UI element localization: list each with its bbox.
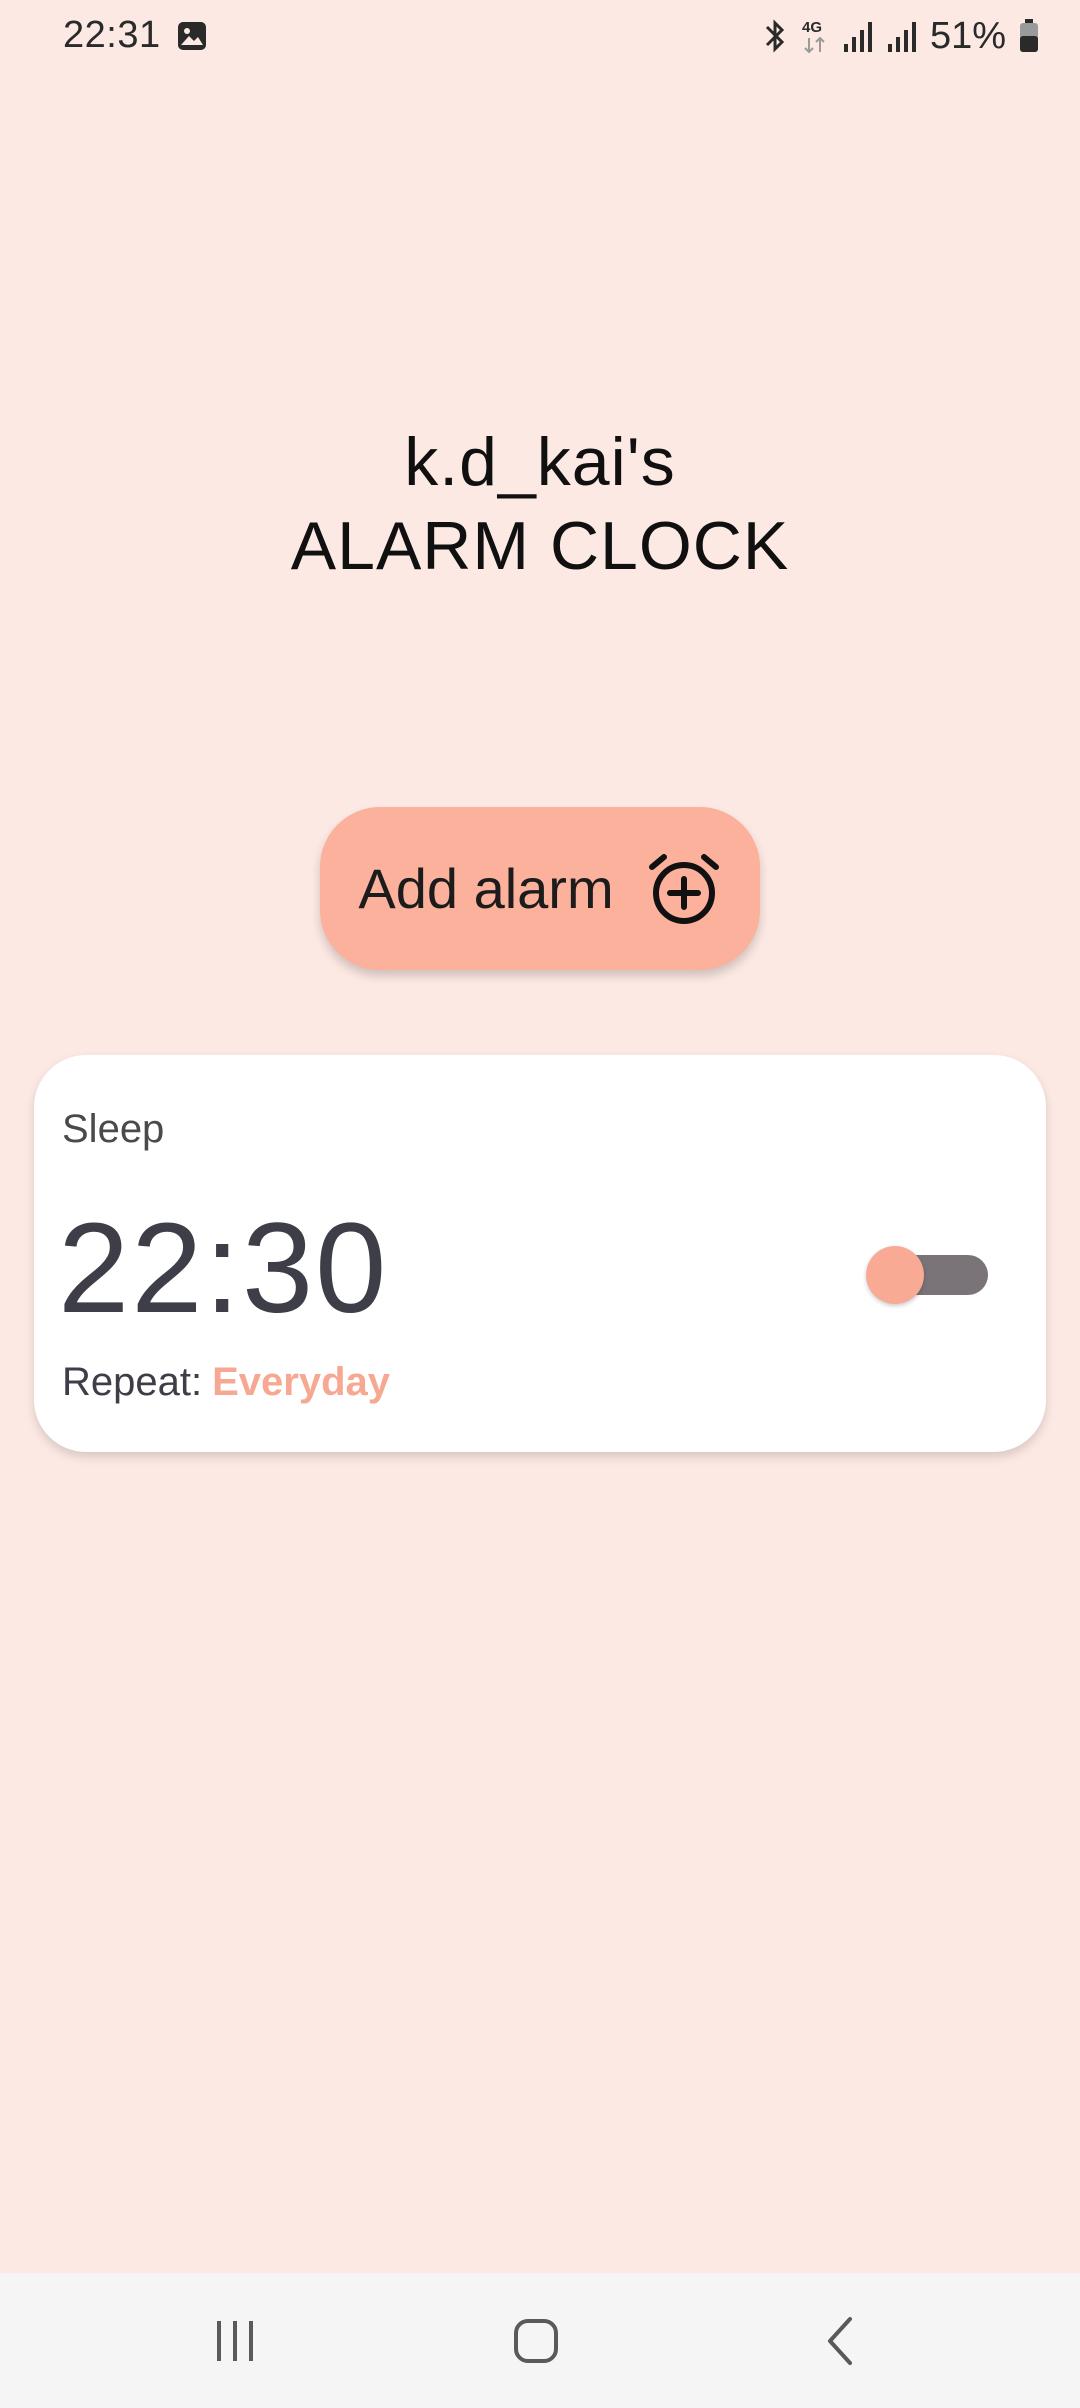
repeat-value: Everyday — [212, 1360, 391, 1404]
toggle-thumb — [866, 1246, 924, 1304]
title-line-2: ALARM CLOCK — [290, 508, 790, 584]
recent-apps-button[interactable] — [195, 2301, 275, 2381]
status-icons: 4G 51% — [762, 14, 1040, 58]
app-title: k.d_kai's ALARM CLOCK — [0, 420, 1080, 588]
home-icon — [514, 2319, 558, 2363]
recent-apps-icon — [217, 2321, 253, 2361]
status-bar: 22:31 4G 51% — [0, 0, 1080, 72]
signal-icon — [843, 22, 872, 52]
back-button[interactable] — [800, 2301, 880, 2381]
signal-icon-2 — [887, 22, 916, 52]
add-alarm-label: Add alarm — [358, 857, 614, 920]
alarm-name: Sleep — [62, 1107, 165, 1151]
battery-icon — [1020, 19, 1038, 52]
alarm-toggle[interactable] — [866, 1237, 996, 1307]
status-time: 22:31 — [63, 14, 161, 56]
alarm-add-icon — [648, 853, 719, 924]
title-line-1: k.d_kai's — [404, 424, 676, 500]
alarm-repeat: Repeat: Everyday — [62, 1360, 390, 1405]
back-icon — [828, 2317, 852, 2365]
add-alarm-button[interactable]: Add alarm — [320, 807, 760, 970]
alarm-time: 22:30 — [58, 1197, 389, 1340]
home-button[interactable] — [496, 2301, 576, 2381]
battery-percent: 51% — [929, 14, 1006, 57]
navigation-bar — [0, 2273, 1080, 2408]
alarm-card[interactable]: Sleep 22:30 Repeat: Everyday — [34, 1055, 1046, 1452]
svg-text:4G: 4G — [802, 19, 822, 36]
4g-icon: 4G — [802, 19, 825, 54]
repeat-label: Repeat: — [62, 1360, 203, 1404]
gallery-icon — [178, 22, 206, 50]
bluetooth-icon — [765, 19, 785, 53]
